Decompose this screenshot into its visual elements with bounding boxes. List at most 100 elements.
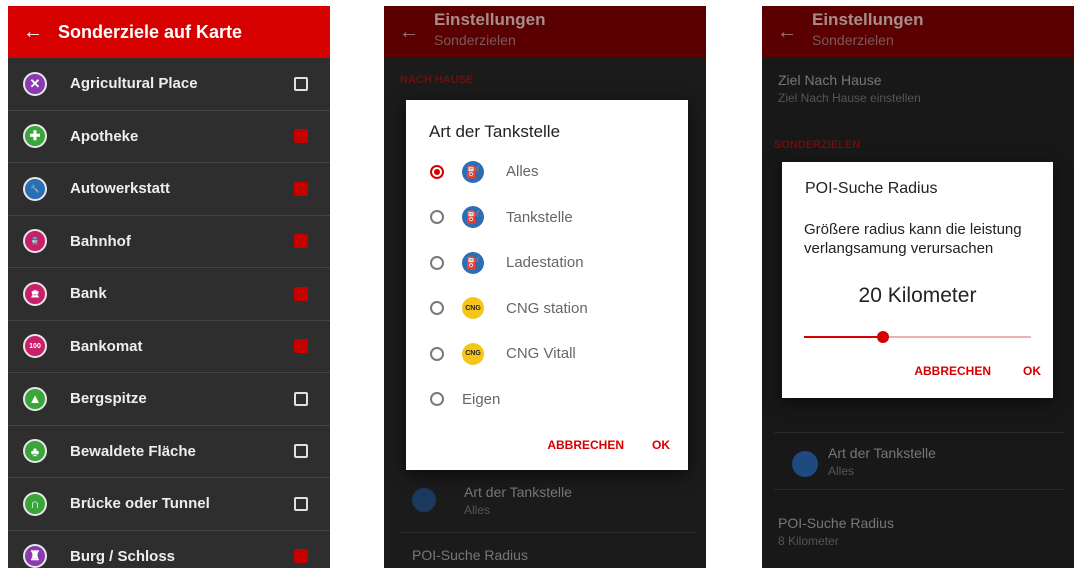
poi-map-screen: ← Sonderziele auf Karte ✕ Agricultural Pl… xyxy=(8,6,330,568)
poi-list-item[interactable]: 🚆 Bahnhof xyxy=(8,216,330,269)
radius-dialog: POI-Suche Radius Größere radius kann die… xyxy=(782,162,1053,398)
radius-setting-row[interactable]: POI-Suche Radius 8 Kilometer xyxy=(778,515,1074,548)
app-bar: ← Einstellungen Sonderzielen xyxy=(762,6,1074,58)
poi-checkbox[interactable] xyxy=(294,497,308,511)
forest-icon: ♣ xyxy=(23,439,47,463)
poi-label: Agricultural Place xyxy=(70,75,294,92)
back-arrow-icon[interactable]: ← xyxy=(384,21,434,44)
radius-slider[interactable] xyxy=(804,336,1031,338)
setting-title: POI-Suche Radius xyxy=(778,515,1074,531)
poi-checkbox[interactable] xyxy=(294,287,308,301)
poi-list-item[interactable]: ✚ Apotheke xyxy=(8,111,330,164)
poi-list-item[interactable]: ▲ Bergspitze xyxy=(8,373,330,426)
poi-label: Bahnhof xyxy=(70,233,294,250)
atm-icon: 100 xyxy=(23,334,47,358)
poi-label: Bewaldete Fläche xyxy=(70,443,294,460)
poi-list-item[interactable]: ✕ Agricultural Place xyxy=(8,58,330,111)
poi-label: Brücke oder Tunnel xyxy=(70,495,294,512)
poi-list-item[interactable]: ♜ Burg / Schloss xyxy=(8,531,330,568)
fuel-option[interactable]: ⛽Ladestation xyxy=(406,240,688,286)
screen-title: Sonderziele auf Karte xyxy=(58,22,242,43)
screen-subtitle: Sonderzielen xyxy=(812,32,923,48)
fuel-type-setting-row[interactable]: Art der Tankstelle Alles xyxy=(774,432,1064,490)
dialog-actions: ABBRECHEN OK xyxy=(533,438,670,452)
home-setting-row[interactable]: Ziel Nach Hause Ziel Nach Hause einstell… xyxy=(778,72,1074,105)
fuel-option[interactable]: CNG CNG Vitall xyxy=(406,331,688,377)
ok-button[interactable]: OK xyxy=(1005,364,1041,378)
fuel-option[interactable]: Eigen xyxy=(406,377,688,423)
ok-button[interactable]: OK xyxy=(638,438,670,452)
poi-list: ✕ Agricultural Place ✚ Apotheke 🔧Autowerksta… xyxy=(8,58,330,568)
option-label: CNG station xyxy=(506,300,588,317)
castle-icon: ♜ xyxy=(23,544,47,568)
settings-screen-radius: ← Einstellungen Sonderzielen Ziel Nach H… xyxy=(762,6,1074,568)
screen-title: Einstellungen xyxy=(434,10,545,30)
poi-list-item[interactable]: ♣ Bewaldete Fläche xyxy=(8,426,330,479)
fuel-icon xyxy=(792,451,818,477)
cng-icon: CNG xyxy=(462,297,484,319)
radius-value: 20 Kilometer xyxy=(782,284,1053,308)
radio-button[interactable] xyxy=(430,256,444,270)
poi-label: Bergspitze xyxy=(70,390,294,407)
poi-checkbox[interactable] xyxy=(294,549,308,563)
fuel-option[interactable]: ⛽ Tankstelle xyxy=(406,195,688,241)
poi-label: Burg / Schloss xyxy=(70,548,294,565)
radio-button[interactable] xyxy=(430,347,444,361)
app-bar: ← Sonderziele auf Karte xyxy=(8,6,330,58)
poi-list-item[interactable]: 🔧Autowerkstatt xyxy=(8,163,330,216)
setting-value: Ziel Nach Hause einstellen xyxy=(778,91,1074,105)
cancel-button[interactable]: ABBRECHEN xyxy=(533,438,638,452)
poi-list-item[interactable]: 🏛 Bank xyxy=(8,268,330,321)
option-label: CNG Vitall xyxy=(506,345,576,362)
app-bar: ← Einstellungen Sonderzielen xyxy=(384,6,706,58)
fuel-icon: ⛽ xyxy=(462,206,484,228)
fuel-type-setting-row[interactable]: Art der Tankstelle Alles xyxy=(400,476,696,533)
option-label: Ladestation xyxy=(506,254,584,271)
screen-subtitle: Sonderzielen xyxy=(434,32,545,48)
cancel-button[interactable]: ABBRECHEN xyxy=(900,364,1005,378)
setting-title: Ziel Nach Hause xyxy=(778,72,1074,88)
poi-checkbox[interactable] xyxy=(294,339,308,353)
setting-title: Art der Tankstelle xyxy=(464,484,572,500)
fuel-option[interactable]: ⛽Alles xyxy=(406,149,688,195)
radio-button[interactable] xyxy=(430,210,444,224)
poi-label: Apotheke xyxy=(70,128,294,145)
poi-checkbox[interactable] xyxy=(294,234,308,248)
pharmacy-cross-icon: ✚ xyxy=(23,124,47,148)
poi-list-item[interactable]: 100Bankomat xyxy=(8,321,330,374)
fuel-type-dialog: Art der Tankstelle ⛽Alles⛽Tankstelle⛽Lad… xyxy=(406,100,688,470)
dialog-message: Größere radius kann die leistung verlang… xyxy=(804,220,1037,258)
cng-icon: CNG xyxy=(462,343,484,365)
dialog-title: Art der Tankstelle xyxy=(429,122,560,142)
poi-checkbox[interactable] xyxy=(294,77,308,91)
fuel-options: ⛽Alles⛽Tankstelle⛽LadestationCNGCNG stat… xyxy=(406,149,688,422)
bank-icon: 🏛 xyxy=(23,282,47,306)
poi-label: Bank xyxy=(70,285,294,302)
mountain-peak-icon: ▲ xyxy=(23,387,47,411)
poi-checkbox[interactable] xyxy=(294,392,308,406)
train-icon: 🚆 xyxy=(23,229,47,253)
poi-checkbox[interactable] xyxy=(294,182,308,196)
fuel-icon: ⛽ xyxy=(462,161,484,183)
radio-button[interactable] xyxy=(430,392,444,406)
back-arrow-icon[interactable]: ← xyxy=(762,21,812,44)
slider-thumb[interactable] xyxy=(877,331,889,343)
radio-button[interactable] xyxy=(430,301,444,315)
fuel-option[interactable]: CNG CNG station xyxy=(406,286,688,332)
option-label: Tankstelle xyxy=(506,209,573,226)
poi-checkbox[interactable] xyxy=(294,129,308,143)
poi-checkbox[interactable] xyxy=(294,444,308,458)
dialog-actions: ABBRECHEN OK xyxy=(900,364,1041,378)
settings-screen-fuel: ← Einstellungen Sonderzielen NACH HAUSE … xyxy=(384,6,706,568)
radius-setting-row[interactable]: POI-Suche Radius xyxy=(412,547,706,563)
poi-list-item[interactable]: ∩Brücke oder Tunnel xyxy=(8,478,330,531)
fuel-icon xyxy=(412,488,436,512)
radio-button[interactable] xyxy=(430,165,444,179)
setting-value: 8 Kilometer xyxy=(778,534,1074,548)
wrench-icon: 🔧 xyxy=(23,177,47,201)
slider-fill xyxy=(804,336,883,338)
back-arrow-icon[interactable]: ← xyxy=(8,21,58,44)
windmill-icon: ✕ xyxy=(23,72,47,96)
setting-title: POI-Suche Radius xyxy=(412,547,706,563)
section-header-poi: SONDERZIELEN xyxy=(774,139,860,151)
